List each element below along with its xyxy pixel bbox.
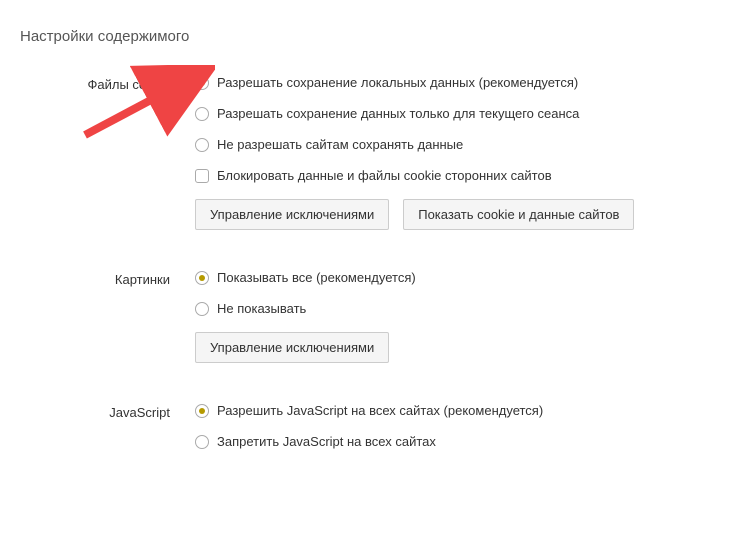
js-block-label: Запретить JavaScript на всех сайтах bbox=[217, 434, 436, 449]
images-hide-row[interactable]: Не показывать bbox=[195, 301, 719, 316]
radio-icon[interactable] bbox=[195, 404, 209, 418]
block-thirdparty-label: Блокировать данные и файлы cookie сторон… bbox=[217, 168, 552, 183]
javascript-label: JavaScript bbox=[20, 403, 195, 465]
cookies-allow-local-row[interactable]: Разрешать сохранение локальных данных (р… bbox=[195, 75, 719, 90]
manage-exceptions-button[interactable]: Управление исключениями bbox=[195, 199, 389, 230]
cookies-session-only-row[interactable]: Разрешать сохранение данных только для т… bbox=[195, 106, 719, 121]
images-label: Картинки bbox=[20, 270, 195, 363]
cookies-section: Файлы cookie Разрешать сохранение локаль… bbox=[20, 75, 719, 230]
js-allow-label: Разрешить JavaScript на всех сайтах (рек… bbox=[217, 403, 543, 418]
cookies-label: Файлы cookie bbox=[20, 75, 195, 230]
images-section: Картинки Показывать все (рекомендуется) … bbox=[20, 270, 719, 363]
cookies-allow-local-label: Разрешать сохранение локальных данных (р… bbox=[217, 75, 578, 90]
cookies-block-label: Не разрешать сайтам сохранять данные bbox=[217, 137, 463, 152]
cookies-block-row[interactable]: Не разрешать сайтам сохранять данные bbox=[195, 137, 719, 152]
radio-icon[interactable] bbox=[195, 138, 209, 152]
images-show-all-row[interactable]: Показывать все (рекомендуется) bbox=[195, 270, 719, 285]
js-allow-row[interactable]: Разрешить JavaScript на всех сайтах (рек… bbox=[195, 403, 719, 418]
cookies-session-only-label: Разрешать сохранение данных только для т… bbox=[217, 106, 579, 121]
manage-exceptions-button[interactable]: Управление исключениями bbox=[195, 332, 389, 363]
radio-icon[interactable] bbox=[195, 435, 209, 449]
radio-icon[interactable] bbox=[195, 302, 209, 316]
block-thirdparty-row[interactable]: Блокировать данные и файлы cookie сторон… bbox=[195, 168, 719, 183]
checkbox-icon[interactable] bbox=[195, 169, 209, 183]
radio-icon[interactable] bbox=[195, 76, 209, 90]
radio-icon[interactable] bbox=[195, 271, 209, 285]
page-title: Настройки содержимого bbox=[20, 28, 719, 45]
js-block-row[interactable]: Запретить JavaScript на всех сайтах bbox=[195, 434, 719, 449]
radio-icon[interactable] bbox=[195, 107, 209, 121]
images-show-all-label: Показывать все (рекомендуется) bbox=[217, 270, 416, 285]
javascript-section: JavaScript Разрешить JavaScript на всех … bbox=[20, 403, 719, 465]
show-cookies-button[interactable]: Показать cookie и данные сайтов bbox=[403, 199, 634, 230]
images-hide-label: Не показывать bbox=[217, 301, 306, 316]
